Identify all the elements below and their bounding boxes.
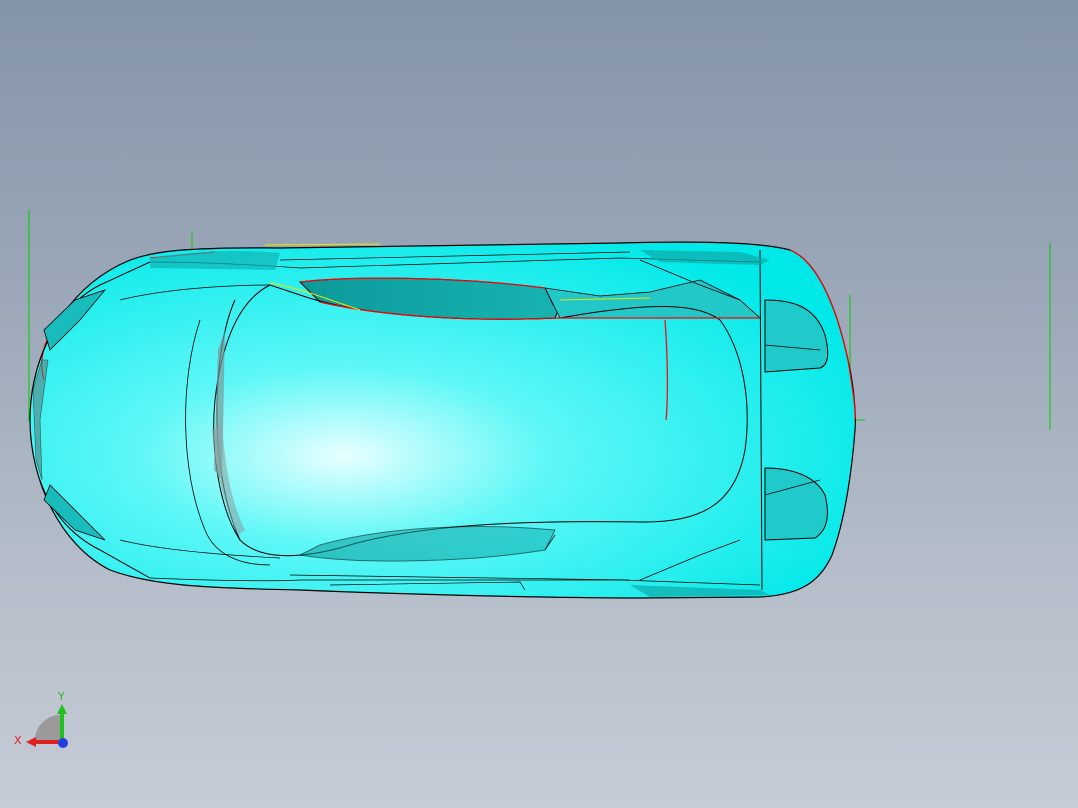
- model-canvas[interactable]: X Y: [0, 0, 1078, 808]
- triad-x-label: X: [14, 734, 22, 747]
- triad-y-label: Y: [57, 690, 65, 703]
- triad-plane: [35, 715, 60, 740]
- 3d-viewport[interactable]: X Y: [0, 0, 1078, 808]
- z-axis-dot: [58, 738, 68, 748]
- coordinate-triad: X Y: [14, 690, 68, 748]
- car-model[interactable]: [29, 241, 856, 599]
